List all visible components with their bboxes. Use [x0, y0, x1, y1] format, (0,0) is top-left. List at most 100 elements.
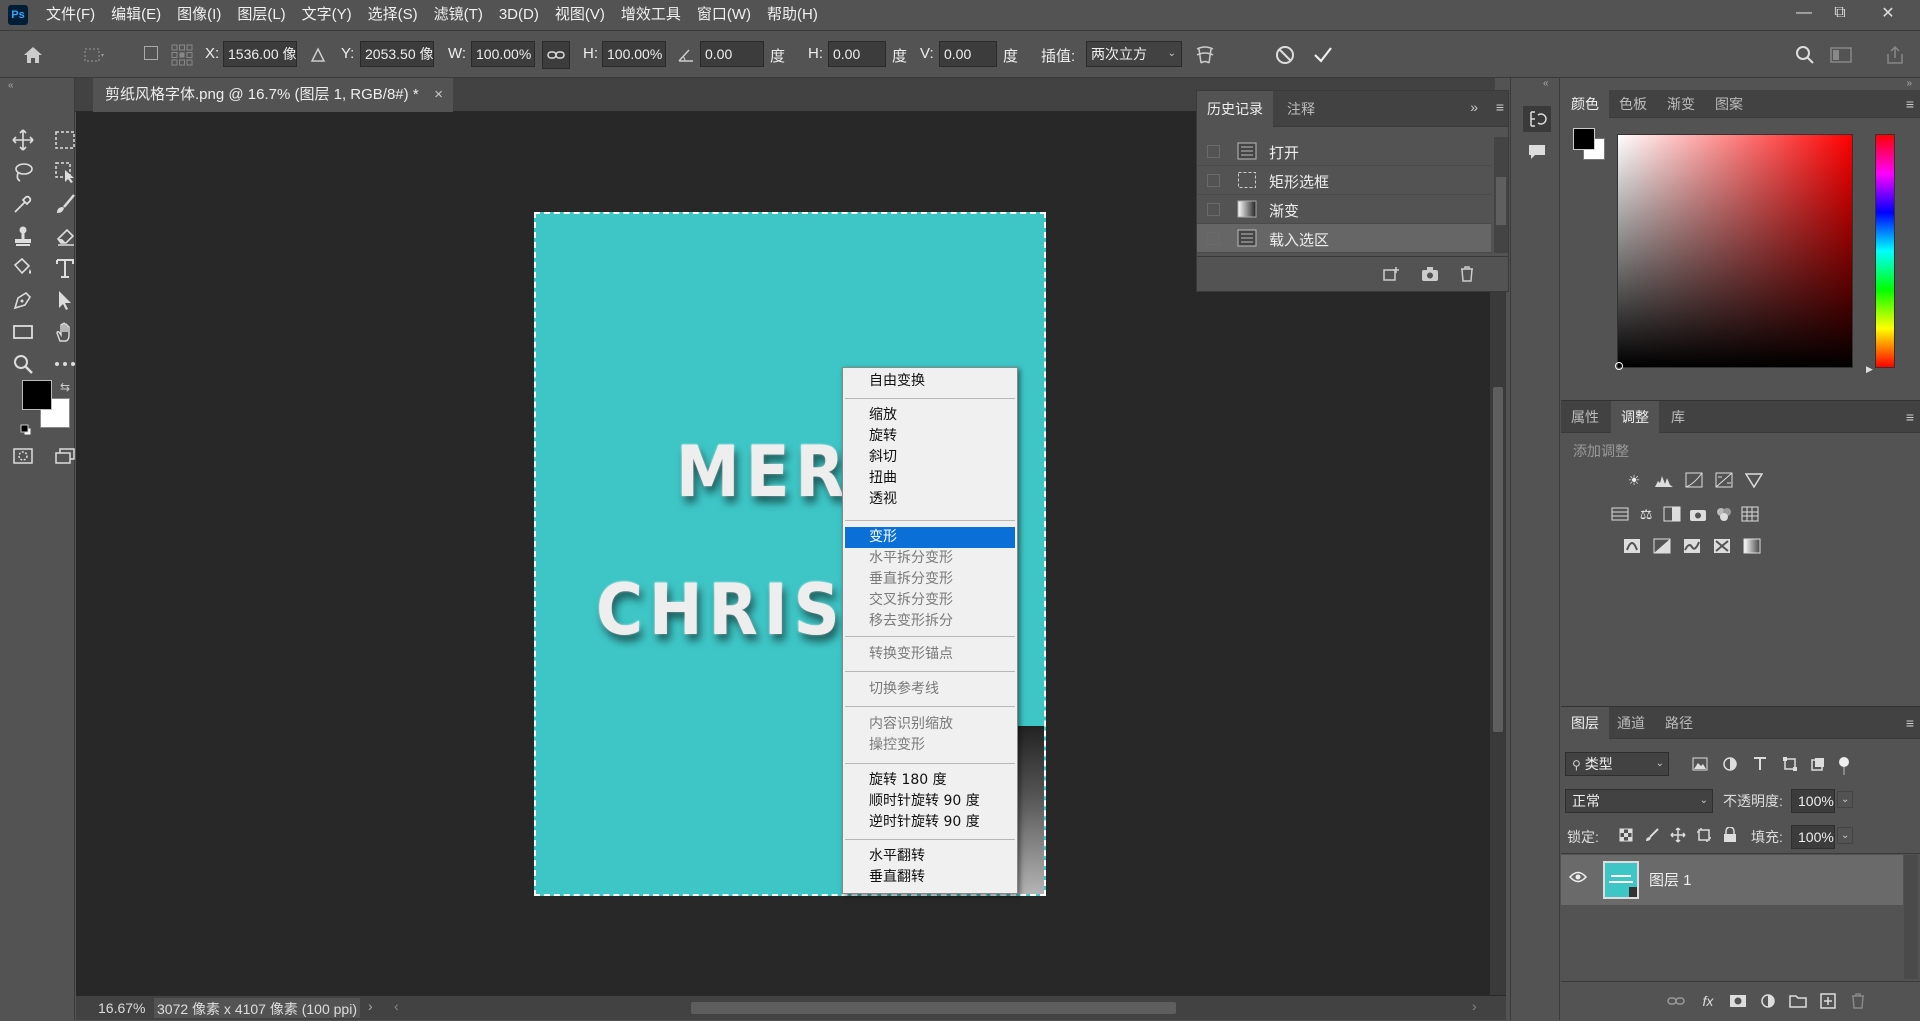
levels-icon[interactable]	[1653, 471, 1675, 489]
vskew-field[interactable]: 0.00	[939, 41, 997, 67]
hskew-field[interactable]: 0.00	[828, 41, 886, 67]
fill-dropdown-icon[interactable]: ⌄	[1837, 827, 1854, 844]
collapse-arrows-icon[interactable]: «	[1543, 78, 1549, 89]
collapse-arrows-icon[interactable]: »	[1906, 78, 1912, 89]
x-field[interactable]: 1536.00 像	[223, 41, 297, 67]
eye-icon[interactable]	[1569, 871, 1587, 883]
restore-icon[interactable]: ⧉	[1822, 0, 1858, 26]
paint-bucket-tool-icon[interactable]	[8, 254, 38, 282]
menu-item-rotate[interactable]: 旋转	[845, 426, 1015, 447]
add-mask-icon[interactable]	[1727, 992, 1749, 1010]
panel-menu-icon[interactable]: ≡	[1906, 409, 1914, 425]
swap-colors-icon[interactable]: ⇆	[60, 380, 70, 394]
zoom-level[interactable]: 16.67%	[98, 1000, 145, 1016]
new-adjustment-layer-icon[interactable]	[1757, 992, 1779, 1010]
filter-shape-icon[interactable]	[1779, 755, 1801, 773]
tab-layers[interactable]: 图层	[1561, 707, 1609, 739]
expand-panel-icon[interactable]: »	[1470, 99, 1478, 115]
zoom-tool-icon[interactable]	[8, 350, 38, 378]
history-item[interactable]: 打开	[1197, 137, 1491, 166]
filter-toggle-icon[interactable]	[1839, 757, 1849, 767]
lock-pixels-icon[interactable]	[1641, 826, 1663, 844]
channel-mixer-icon[interactable]	[1713, 505, 1735, 523]
scroll-right-icon[interactable]: ›	[1472, 998, 1477, 1014]
lock-transparent-icon[interactable]	[1615, 826, 1637, 844]
selective-color-icon[interactable]	[1711, 537, 1733, 555]
blend-mode-select[interactable]: 正常 ⌄	[1565, 789, 1713, 813]
camera-icon[interactable]	[1421, 266, 1439, 282]
commit-transform-icon[interactable]	[1310, 43, 1336, 67]
history-item[interactable]: 矩形选框	[1197, 166, 1491, 195]
invert-icon[interactable]	[1621, 537, 1643, 555]
menu-select[interactable]: 选择(S)	[360, 0, 426, 30]
new-group-icon[interactable]	[1787, 992, 1809, 1010]
home-icon[interactable]	[20, 43, 46, 67]
layer-filter-select[interactable]: ⚲ 类型 ⌄	[1565, 752, 1669, 776]
tab-channels[interactable]: 通道	[1607, 707, 1655, 739]
tab-libraries[interactable]: 库	[1661, 401, 1695, 433]
history-scrollbar[interactable]	[1494, 137, 1508, 253]
menu-image[interactable]: 图像(I)	[169, 0, 229, 30]
layers-scrollbar[interactable]	[1904, 855, 1918, 979]
tab-paths[interactable]: 路径	[1655, 707, 1703, 739]
threshold-icon[interactable]	[1681, 537, 1703, 555]
move-tool-icon[interactable]	[8, 126, 38, 154]
menu-filter[interactable]: 滤镜(T)	[426, 0, 491, 30]
layer-thumbnail[interactable]	[1603, 861, 1639, 899]
share-icon[interactable]	[1880, 43, 1910, 67]
menu-item-puppet-warp[interactable]: 操控变形	[845, 735, 1015, 756]
filter-smart-object-icon[interactable]	[1807, 755, 1829, 773]
vibrance-icon[interactable]	[1743, 471, 1765, 489]
hue-slider[interactable]	[1875, 134, 1895, 368]
status-menu-arrow-icon[interactable]: ›	[368, 998, 373, 1014]
warp-mode-icon[interactable]	[1192, 43, 1218, 67]
gradient-map-icon[interactable]	[1741, 537, 1763, 555]
fill-field[interactable]: 100%	[1791, 825, 1835, 849]
menu-item-flip-vertical[interactable]: 垂直翻转	[845, 867, 1015, 888]
history-scroll-thumb[interactable]	[1496, 177, 1506, 225]
close-icon[interactable]: ✕	[1870, 0, 1906, 26]
menu-item-split-warp-vertical[interactable]: 垂直拆分变形	[845, 569, 1015, 590]
rectangle-tool-icon[interactable]	[8, 318, 38, 346]
filter-pixel-icon[interactable]	[1689, 755, 1711, 773]
minimize-icon[interactable]: —	[1786, 0, 1822, 26]
menu-item-flip-horizontal[interactable]: 水平翻转	[845, 846, 1015, 867]
workspace-icon[interactable]	[1826, 43, 1856, 67]
height-field[interactable]: 100.00%	[602, 41, 666, 67]
color-picker-marker[interactable]	[1615, 362, 1623, 370]
color-lookup-icon[interactable]	[1739, 505, 1761, 523]
history-snapshot-checkbox[interactable]	[1207, 203, 1220, 216]
history-panel-icon[interactable]	[1523, 106, 1551, 132]
menu-plugins[interactable]: 增效工具	[613, 0, 689, 30]
panel-menu-icon[interactable]: ≡	[1906, 96, 1914, 112]
tab-properties[interactable]: 属性	[1561, 401, 1609, 433]
opacity-field[interactable]: 100%	[1791, 789, 1835, 813]
menu-item-split-warp-horizontal[interactable]: 水平拆分变形	[845, 548, 1015, 569]
comment-icon[interactable]	[1525, 140, 1549, 164]
menu-item-distort[interactable]: 扭曲	[845, 468, 1015, 489]
tab-adjustments[interactable]: 调整	[1611, 401, 1659, 433]
y-field[interactable]: 2053.50 像	[360, 41, 434, 67]
photo-filter-icon[interactable]	[1687, 505, 1709, 523]
color-field[interactable]	[1617, 134, 1853, 368]
menu-window[interactable]: 窗口(W)	[689, 0, 759, 30]
interpolation-select[interactable]: 两次立方 ⌄	[1086, 41, 1182, 67]
menu-item-rotate-90-cw[interactable]: 顺时针旋转 90 度	[845, 791, 1015, 812]
link-aspect-icon[interactable]	[542, 41, 570, 69]
stamp-tool-icon[interactable]	[8, 222, 38, 250]
trash-icon[interactable]	[1459, 266, 1475, 282]
exposure-icon[interactable]	[1713, 471, 1735, 489]
history-item[interactable]: 渐变	[1197, 195, 1491, 224]
opacity-dropdown-icon[interactable]: ⌄	[1837, 791, 1854, 808]
color-fg-swatch[interactable]	[1573, 128, 1595, 150]
quick-mask-icon[interactable]	[8, 442, 38, 470]
menu-view[interactable]: 视图(V)	[547, 0, 613, 30]
history-snapshot-checkbox[interactable]	[1207, 232, 1220, 245]
tab-color[interactable]: 颜色	[1561, 90, 1609, 118]
lock-artboard-icon[interactable]	[1693, 826, 1715, 844]
width-field[interactable]: 100.00%	[471, 41, 535, 67]
menu-item-rotate-180[interactable]: 旋转 180 度	[845, 770, 1015, 791]
menu-layer[interactable]: 图层(L)	[229, 0, 293, 30]
brightness-icon[interactable]: ☀	[1623, 471, 1645, 489]
search-icon[interactable]	[1792, 43, 1818, 67]
